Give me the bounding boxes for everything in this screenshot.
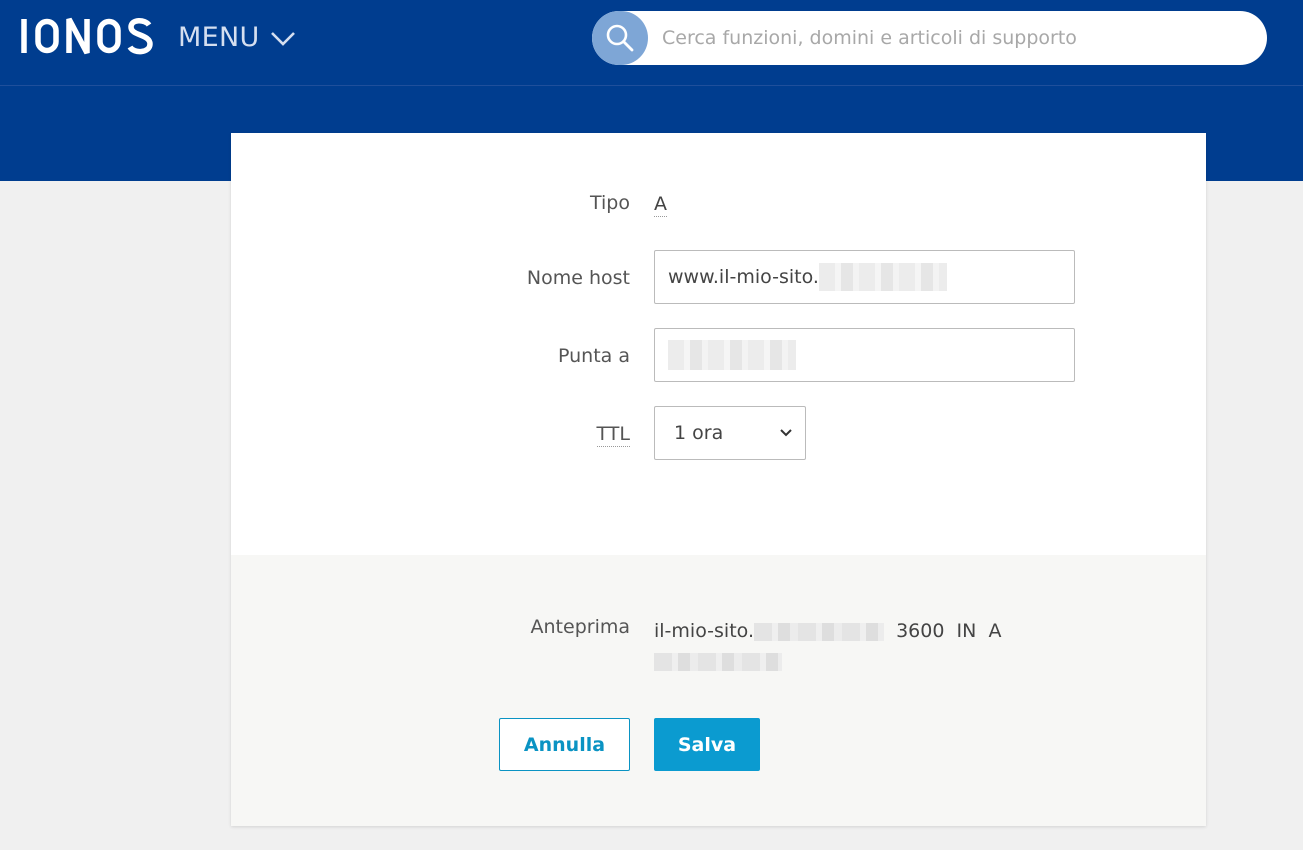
chevron-down-icon — [780, 429, 792, 437]
preview-type: A — [988, 620, 1002, 642]
preview-class: IN — [956, 620, 977, 642]
preview-record: il-mio-sito. 3600 IN A — [654, 616, 1014, 676]
ttl-select[interactable]: 1 ora — [654, 406, 806, 460]
preview-ttl: 3600 — [896, 620, 945, 642]
chevron-down-icon — [270, 31, 295, 46]
search-bar — [592, 11, 1267, 65]
search-button[interactable] — [592, 11, 648, 65]
ttl-label[interactable]: TTL — [596, 423, 630, 447]
tipo-label: Tipo — [590, 192, 630, 214]
preview-host: il-mio-sito. — [654, 620, 754, 642]
search-input[interactable] — [662, 11, 1252, 65]
cancel-button[interactable]: Annulla — [499, 718, 630, 771]
nome-host-value: www.il-mio-sito. — [668, 266, 819, 288]
punta-a-input[interactable] — [654, 328, 1075, 382]
nome-host-label: Nome host — [526, 267, 630, 289]
ttl-selected-value: 1 ora — [674, 422, 724, 444]
punta-a-label: Punta a — [558, 345, 630, 367]
redacted-text — [654, 652, 782, 671]
redacted-text — [818, 263, 947, 291]
tipo-value: A — [654, 193, 667, 217]
nome-host-input[interactable]: www.il-mio-sito. — [654, 250, 1075, 304]
dns-record-card: Tipo A Nome host www.il-mio-sito. Punta … — [231, 133, 1206, 826]
save-button[interactable]: Salva — [654, 718, 760, 771]
redacted-text — [754, 622, 884, 641]
redacted-text — [668, 340, 796, 370]
preview-section — [231, 555, 1206, 826]
menu-button[interactable]: MENU — [178, 22, 296, 53]
search-icon — [606, 24, 634, 52]
top-navigation-bar: MENU — [0, 0, 1303, 86]
menu-label: MENU — [178, 22, 260, 53]
ionos-logo[interactable] — [20, 16, 156, 56]
anteprima-label: Anteprima — [530, 616, 630, 638]
